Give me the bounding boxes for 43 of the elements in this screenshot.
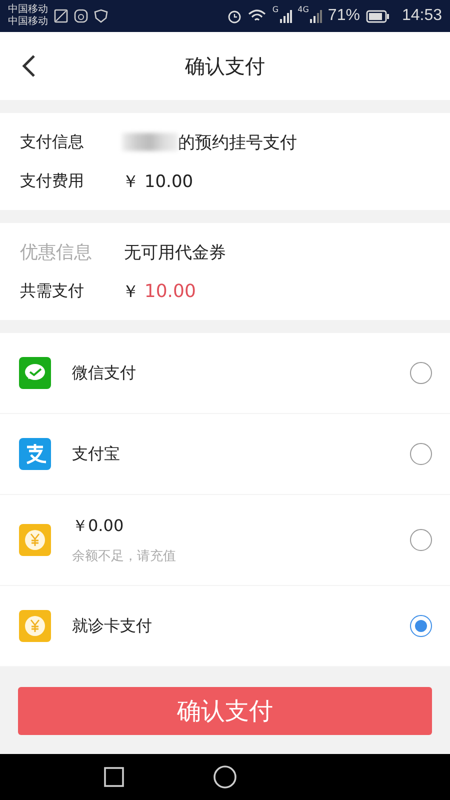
- home-icon[interactable]: [212, 765, 237, 789]
- shield-icon: [94, 9, 108, 23]
- signal-icon: [310, 10, 322, 22]
- carrier-name: 中国移动: [8, 16, 48, 28]
- coin-icon: [19, 524, 51, 556]
- field-label: 优惠信息: [20, 241, 93, 264]
- field-label: 支付信息: [20, 132, 85, 152]
- field-label: 共需支付: [20, 280, 85, 302]
- app-icon: [74, 9, 88, 23]
- field-label: 支付费用: [20, 170, 85, 192]
- radio-button[interactable]: [410, 362, 432, 384]
- payment-option[interactable]: 就诊卡支付: [0, 586, 450, 667]
- payment-option-title: ￥0.00: [72, 516, 125, 536]
- payment-option[interactable]: ￥0.00 余额不足，请充值: [0, 495, 450, 586]
- radio-button[interactable]: [410, 529, 432, 551]
- network-label: 4G: [298, 5, 309, 14]
- battery-icon: [366, 10, 390, 22]
- field-value: 无可用代金券: [124, 242, 226, 264]
- network-label: G: [272, 5, 279, 14]
- signal-icon: [280, 10, 292, 22]
- chat-bubble-icon: [19, 357, 51, 389]
- payment-option[interactable]: 微信支付: [0, 333, 450, 414]
- radio-button[interactable]: [410, 443, 432, 465]
- image-icon: [54, 9, 68, 23]
- payment-option-title: 微信支付: [72, 362, 137, 384]
- alarm-icon: [227, 8, 242, 24]
- radio-button[interactable]: [410, 615, 432, 637]
- carrier-name: 中国移动: [8, 4, 48, 16]
- clock: 14:53: [402, 7, 442, 25]
- back-button[interactable]: [22, 54, 36, 78]
- coin-icon: [19, 610, 51, 642]
- payment-option[interactable]: 支付宝: [0, 414, 450, 495]
- wallet-app-icon: [19, 438, 51, 470]
- field-value: ￥ 10.00: [122, 170, 194, 192]
- field-value: ￥ 10.00: [122, 280, 196, 302]
- page-title: 确认支付: [185, 52, 265, 80]
- wifi-icon: [248, 9, 266, 23]
- field-value: 的预约挂号支付: [178, 132, 297, 154]
- recents-icon[interactable]: [104, 767, 124, 787]
- payment-option-note: 余额不足，请充值: [72, 548, 177, 564]
- payment-option-title: 就诊卡支付: [72, 616, 153, 636]
- payment-option-title: 支付宝: [72, 444, 121, 464]
- battery-percent: 71%: [328, 7, 360, 25]
